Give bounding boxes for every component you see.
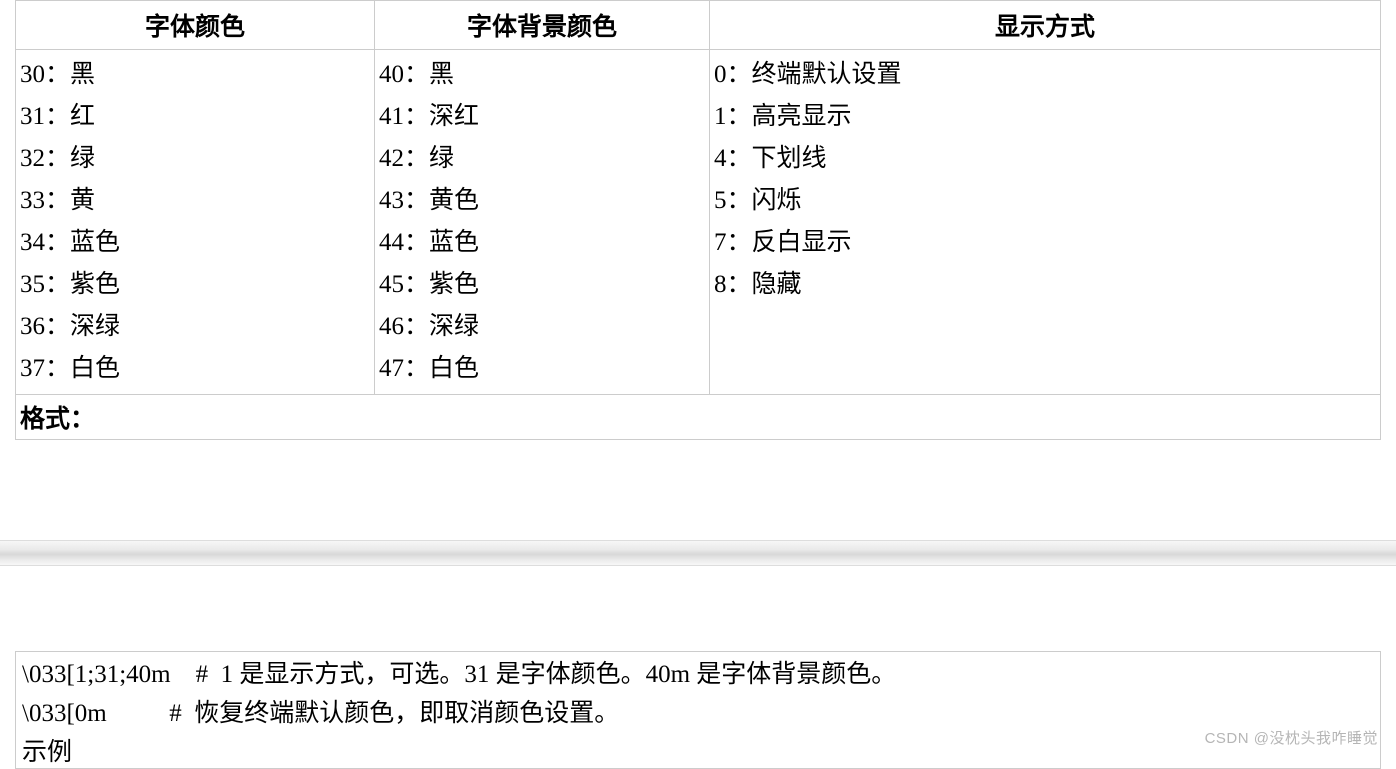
header-font-color: 字体颜色 [16,1,375,50]
header-bg-color: 字体背景颜色 [375,1,710,50]
color-entry: 42：绿 [379,138,705,180]
color-entry: 32：绿 [20,138,370,180]
cell-font-colors: 30：黑 31：红 32：绿 33：黄 34：蓝色 35：紫色 36：深绿 37… [16,50,375,395]
color-entry: 37：白色 [20,348,370,390]
code-line: \033[0m # 恢复终端默认颜色，即取消颜色设置。 [22,700,619,727]
color-entry: 34：蓝色 [20,222,370,264]
ansi-color-table: 字体颜色 字体背景颜色 显示方式 30：黑 31：红 32：绿 33：黄 34：… [15,0,1381,440]
header-display-mode: 显示方式 [710,1,1381,50]
color-entry: 47：白色 [379,348,705,390]
format-label: 格式： [16,395,1381,440]
color-entry: 45：紫色 [379,264,705,306]
color-entry: 41：深红 [379,96,705,138]
color-entry: 46：深绿 [379,306,705,348]
partial-heading: 示例 [16,732,1380,768]
color-entry: 40：黑 [379,54,705,96]
color-entry: 44：蓝色 [379,222,705,264]
mode-entry: 7：反白显示 [714,222,1376,264]
color-entry: 33：黄 [20,180,370,222]
mode-entry: 8：隐藏 [714,264,1376,306]
cell-bg-colors: 40：黑 41：深红 42：绿 43：黄色 44：蓝色 45：紫色 46：深绿 … [375,50,710,395]
document-content: 字体颜色 字体背景颜色 显示方式 30：黑 31：红 32：绿 33：黄 34：… [0,0,1396,440]
code-example-block: \033[1;31;40m # 1 是显示方式，可选。31 是字体颜色。40m … [15,651,1381,769]
mode-entry: 5：闪烁 [714,180,1376,222]
table-header-row: 字体颜色 字体背景颜色 显示方式 [16,1,1381,50]
color-entry: 36：深绿 [20,306,370,348]
code-line: \033[1;31;40m # 1 是显示方式，可选。31 是字体颜色。40m … [22,661,896,688]
color-entry: 35：紫色 [20,264,370,306]
section-divider [0,540,1396,566]
cell-display-modes: 0：终端默认设置 1：高亮显示 4：下划线 5：闪烁 7：反白显示 8：隐藏 [710,50,1381,395]
mode-entry: 1：高亮显示 [714,96,1376,138]
table-footer-row: 格式： [16,395,1381,440]
mode-entry: 4：下划线 [714,138,1376,180]
mode-entry: 0：终端默认设置 [714,54,1376,96]
color-entry: 31：红 [20,96,370,138]
color-entry: 43：黄色 [379,180,705,222]
table-data-row: 30：黑 31：红 32：绿 33：黄 34：蓝色 35：紫色 36：深绿 37… [16,50,1381,395]
color-entry: 30：黑 [20,54,370,96]
code-content: \033[1;31;40m # 1 是显示方式，可选。31 是字体颜色。40m … [16,652,1380,734]
